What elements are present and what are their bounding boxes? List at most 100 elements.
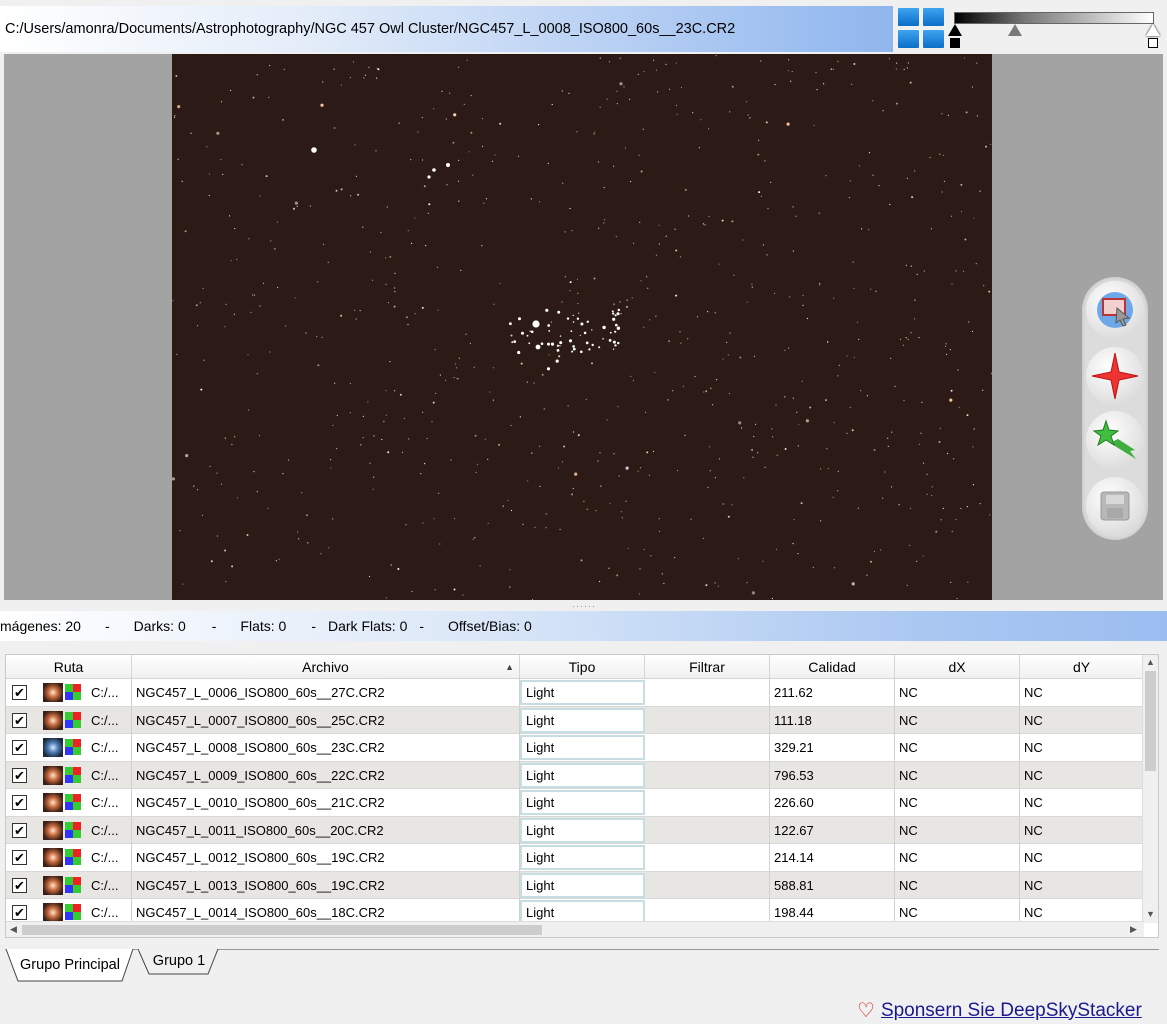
comet-button[interactable] — [1086, 411, 1144, 469]
star — [910, 265, 912, 267]
star — [923, 270, 925, 272]
scroll-left-icon[interactable]: ◀ — [10, 924, 17, 935]
four-tiles-icon[interactable] — [898, 8, 944, 48]
star — [856, 321, 859, 323]
row-checkbox[interactable]: ✔ — [12, 822, 27, 838]
star — [798, 423, 800, 425]
star — [195, 304, 198, 307]
white-point-marker[interactable] — [1148, 38, 1158, 48]
horizontal-scroll-thumb[interactable] — [22, 925, 542, 935]
table-row[interactable]: ✔ C:/... NGC457_L_0014_ISO800_60s__18C.CR2… — [6, 899, 1144, 923]
cluster-star — [530, 330, 534, 334]
star — [903, 399, 905, 401]
save-button[interactable] — [1086, 477, 1144, 535]
table-row[interactable]: ✔ C:/... NGC457_L_0006_ISO800_60s__27C.CR2… — [6, 679, 1144, 707]
table-row[interactable]: ✔ C:/... NGC457_L_0011_ISO800_60s__20C.CR2… — [6, 816, 1144, 844]
star — [385, 283, 387, 285]
column-ruta[interactable]: Ruta — [6, 655, 132, 679]
row-checkbox[interactable]: ✔ — [12, 877, 27, 893]
row-checkbox[interactable]: ✔ — [12, 905, 27, 920]
star — [621, 517, 623, 519]
midpoint-handle[interactable] — [1008, 24, 1022, 36]
row-checkbox[interactable]: ✔ — [12, 712, 27, 728]
column-tipo[interactable]: Tipo — [520, 655, 645, 679]
image-viewer[interactable] — [4, 54, 1163, 600]
table-row[interactable]: ✔ C:/... NGC457_L_0010_ISO800_60s__21C.CR2… — [6, 789, 1144, 817]
vertical-scrollbar[interactable]: ▲ ▼ — [1142, 655, 1158, 923]
tipo-cell[interactable]: Light — [520, 680, 645, 705]
column-archivo[interactable]: Archivo ▲ — [132, 655, 520, 679]
tipo-cell[interactable]: Light — [520, 735, 645, 760]
star — [837, 60, 839, 63]
star — [825, 175, 827, 177]
star — [773, 292, 776, 294]
star — [414, 313, 416, 315]
select-rectangle-button[interactable] — [1086, 281, 1144, 339]
star — [972, 484, 975, 486]
tipo-cell[interactable]: Light — [520, 707, 645, 733]
star — [797, 553, 799, 555]
star — [463, 103, 465, 105]
table-row[interactable]: ✔ C:/... NGC457_L_0009_ISO800_60s__22C.CR2… — [6, 761, 1144, 789]
tab-grupo-principal[interactable]: Grupo Principal — [6, 949, 134, 982]
tipo-cell[interactable]: Light — [520, 817, 645, 843]
table-row[interactable]: ✔ C:/... NGC457_L_0007_ISO800_60s__25C.CR2… — [6, 706, 1144, 734]
sponsor-link[interactable]: ♡ Sponsern Sie DeepSkyStacker — [857, 998, 1142, 1023]
column-filtrar[interactable]: Filtrar — [645, 655, 770, 679]
star — [714, 312, 716, 314]
black-point-marker[interactable] — [950, 38, 960, 48]
star — [472, 174, 474, 176]
star — [597, 161, 600, 163]
splitter-handle[interactable]: ······ — [572, 601, 596, 611]
tipo-cell[interactable]: Light — [520, 872, 645, 898]
star — [332, 424, 334, 427]
row-checkbox[interactable]: ✔ — [12, 685, 27, 700]
tab-grupo-1[interactable]: Grupo 1 — [138, 949, 220, 982]
black-point-handle[interactable] — [948, 24, 962, 36]
star — [972, 446, 974, 448]
column-dy[interactable]: dY — [1020, 655, 1144, 679]
cluster-star — [612, 340, 616, 344]
star — [268, 96, 270, 98]
scroll-down-icon[interactable]: ▼ — [1146, 909, 1155, 919]
star — [922, 555, 924, 557]
star — [916, 560, 918, 562]
row-checkbox[interactable]: ✔ — [12, 850, 27, 865]
ruta-text: C:/... — [91, 740, 119, 755]
star — [963, 270, 965, 272]
horizontal-scrollbar[interactable]: ◀ ▶ — [6, 921, 1144, 937]
column-calidad[interactable]: Calidad — [770, 655, 895, 679]
column-dx[interactable]: dX — [895, 655, 1020, 679]
star — [330, 467, 332, 469]
table-row[interactable]: ✔ C:/... NGC457_L_0013_ISO800_60s__19C.CR2… — [6, 871, 1144, 899]
star — [436, 266, 438, 268]
star — [269, 351, 271, 353]
star — [469, 342, 471, 345]
star — [707, 486, 709, 488]
tipo-cell[interactable]: Light — [520, 790, 645, 815]
tipo-cell[interactable]: Light — [520, 900, 645, 923]
star — [397, 568, 400, 570]
image-list-grid[interactable]: Ruta Archivo ▲ Tipo Filtrar Calidad dX d… — [5, 654, 1159, 938]
star — [906, 584, 908, 586]
star — [185, 454, 189, 458]
scroll-up-icon[interactable]: ▲ — [1146, 657, 1155, 667]
white-point-handle[interactable] — [1146, 24, 1160, 36]
row-checkbox[interactable]: ✔ — [12, 740, 27, 755]
table-row[interactable]: ✔ C:/... NGC457_L_0008_ISO800_60s__23C.CR2… — [6, 734, 1144, 762]
tipo-cell[interactable]: Light — [520, 845, 645, 870]
tipo-cell[interactable]: Light — [520, 762, 645, 788]
star — [216, 535, 218, 537]
star — [230, 89, 232, 92]
table-row[interactable]: ✔ C:/... NGC457_L_0012_ISO800_60s__19C.CR2… — [6, 844, 1144, 872]
vertical-scroll-thumb[interactable] — [1145, 671, 1156, 771]
scroll-right-icon[interactable]: ▶ — [1130, 924, 1137, 935]
star — [527, 480, 529, 482]
histogram-gradient-slider[interactable] — [948, 8, 1160, 50]
star — [746, 582, 748, 584]
star — [383, 420, 385, 423]
star-button[interactable] — [1086, 347, 1144, 405]
row-checkbox[interactable]: ✔ — [12, 795, 27, 810]
star — [439, 374, 441, 376]
row-checkbox[interactable]: ✔ — [12, 767, 27, 783]
